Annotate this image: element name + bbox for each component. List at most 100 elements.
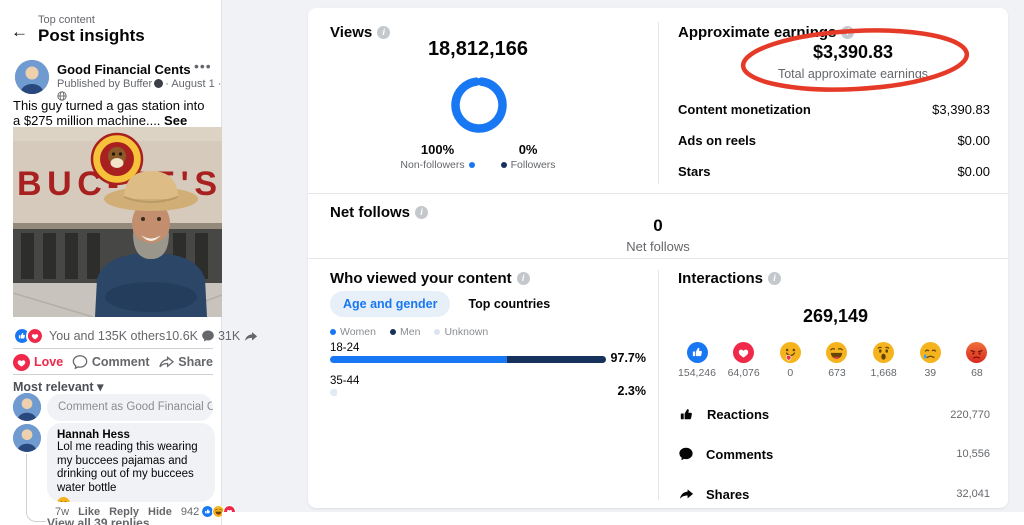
like-emoji-icon bbox=[687, 342, 708, 363]
tab-top-countries[interactable]: Top countries bbox=[468, 297, 550, 311]
care-emoji-icon bbox=[780, 342, 801, 363]
net-follows-label: Net follows bbox=[308, 239, 1008, 254]
share-icon bbox=[158, 354, 174, 370]
page-avatar bbox=[15, 60, 49, 94]
post-image: BUC-EE'S bbox=[13, 127, 222, 317]
comments-count[interactable]: 10.6K bbox=[165, 329, 198, 343]
info-icon[interactable]: i bbox=[768, 272, 781, 285]
earnings-row: Stars$0.00 bbox=[678, 164, 990, 179]
chevron-down-icon: ▾ bbox=[97, 380, 103, 394]
women-dot bbox=[330, 329, 336, 335]
earnings-section-title: Approximate earningsi bbox=[678, 24, 854, 41]
age-bar-label: 18-24 bbox=[330, 342, 359, 354]
reaction-care: 0 bbox=[769, 342, 811, 379]
reaction-wow: 1,668 bbox=[863, 342, 905, 379]
page-bottom-edge bbox=[222, 512, 1024, 525]
comment-text: Lol me reading this wearing my buccees p… bbox=[57, 441, 205, 495]
shares-count[interactable]: 31K bbox=[218, 329, 240, 343]
who-viewed-section-title: Who viewed your contenti bbox=[330, 270, 530, 287]
reaction-haha: 673 bbox=[816, 342, 858, 379]
net-follows-block: 0 Net follows bbox=[308, 216, 1008, 254]
comment-bubble-icon bbox=[678, 446, 694, 462]
divider bbox=[13, 374, 213, 375]
comment-button[interactable]: Comment bbox=[72, 354, 150, 370]
love-emoji-icon bbox=[733, 342, 754, 363]
eyebrow-label: Top content bbox=[38, 14, 95, 26]
gender-legend: Women Men Unknown bbox=[330, 326, 488, 338]
sort-selector[interactable]: Most relevant ▾ bbox=[13, 379, 103, 394]
earnings-total-block: $3,390.83 Total approximate earnings bbox=[703, 42, 1003, 81]
views-donut-chart bbox=[450, 76, 508, 134]
page-title: Post insights bbox=[38, 26, 145, 46]
smile-emoji-icon bbox=[57, 497, 70, 502]
men-dot bbox=[390, 329, 396, 335]
age-bar-18-24 bbox=[330, 356, 606, 363]
reaction-sad: 39 bbox=[909, 342, 951, 379]
insights-card: Viewsi 18,812,166 100% Non-followers 0% … bbox=[308, 8, 1008, 508]
engagement-summary: You and 135K others 10.6K 31K bbox=[13, 326, 213, 346]
comment-input[interactable]: Comment as Good Financial Cents bbox=[47, 394, 213, 421]
age-bar-label: 35-44 bbox=[330, 375, 359, 387]
interactions-section-title: Interactionsi bbox=[678, 270, 781, 287]
reactions-breakdown: 154,246 64,076 0 673 1,668 39 bbox=[676, 342, 998, 379]
haha-emoji-icon bbox=[826, 342, 847, 363]
comment-hide-link[interactable]: Hide bbox=[148, 506, 172, 518]
earnings-subtitle: Total approximate earnings bbox=[703, 67, 1003, 81]
view-replies-link[interactable]: View all 39 replies bbox=[47, 516, 150, 525]
share-count-icon bbox=[243, 329, 258, 344]
followers-pct: 0% bbox=[501, 142, 556, 157]
reaction-angry: 68 bbox=[956, 342, 998, 379]
comment-thread-line bbox=[26, 454, 46, 522]
unknown-segment bbox=[330, 389, 337, 396]
unknown-dot bbox=[434, 329, 440, 335]
post-preview-sidebar: Top content ← Post insights Good Financi… bbox=[0, 0, 222, 525]
love-icon bbox=[13, 354, 30, 371]
reactions-summary-row: Reactions 220,770 bbox=[678, 406, 990, 423]
earnings-row: Content monetization$3,390.83 bbox=[678, 102, 990, 117]
post-author[interactable]: Good Financial Cents bbox=[57, 62, 191, 77]
wow-emoji-icon bbox=[873, 342, 894, 363]
share-arrow-icon bbox=[678, 486, 694, 502]
more-options-button[interactable]: ••• bbox=[194, 58, 212, 74]
who-viewed-tabs: Age and gender Top countries bbox=[330, 291, 550, 317]
info-icon[interactable]: i bbox=[517, 272, 530, 285]
composer-avatar bbox=[13, 393, 41, 421]
post-meta: Published by Buffer· August 1 · bbox=[57, 78, 221, 90]
comment-bubble: Hannah Hess Lol me reading this wearing … bbox=[47, 423, 215, 502]
interactions-total: 269,149 bbox=[688, 306, 983, 327]
comment-count-icon bbox=[201, 329, 215, 343]
buffer-badge-icon bbox=[154, 79, 163, 88]
angry-emoji-icon bbox=[966, 342, 987, 363]
tab-age-and-gender[interactable]: Age and gender bbox=[330, 291, 450, 317]
age-bar-35-44 bbox=[330, 389, 606, 396]
divider bbox=[308, 193, 1008, 194]
thumb-icon bbox=[678, 406, 695, 423]
shares-summary-row: Shares 32,041 bbox=[678, 486, 990, 502]
reaction-love: 64,076 bbox=[723, 342, 765, 379]
net-follows-value: 0 bbox=[308, 216, 1008, 236]
followers-dot bbox=[501, 162, 507, 168]
back-button[interactable]: ← bbox=[11, 22, 28, 42]
likes-summary[interactable]: You and 135K others bbox=[49, 329, 165, 343]
earnings-total: $3,390.83 bbox=[703, 42, 1003, 63]
comment-icon bbox=[72, 354, 88, 370]
women-segment bbox=[330, 356, 507, 363]
divider bbox=[658, 22, 659, 184]
earnings-row: Ads on reels$0.00 bbox=[678, 133, 990, 148]
divider bbox=[658, 270, 659, 500]
reaction-like: 154,246 bbox=[676, 342, 718, 379]
commenter-name[interactable]: Hannah Hess bbox=[57, 429, 205, 441]
views-total: 18,812,166 bbox=[328, 38, 628, 61]
men-segment bbox=[507, 356, 606, 363]
divider bbox=[13, 348, 213, 349]
info-icon[interactable]: i bbox=[841, 26, 854, 39]
non-followers-dot bbox=[469, 162, 475, 168]
love-reaction-icon bbox=[26, 327, 44, 345]
sad-emoji-icon bbox=[920, 342, 941, 363]
love-button[interactable]: Love bbox=[13, 354, 63, 371]
non-followers-pct: 100% bbox=[400, 142, 474, 157]
share-button[interactable]: Share bbox=[158, 354, 213, 370]
age-bar-value: 97.7% bbox=[608, 351, 646, 365]
views-legend: 100% Non-followers 0% Followers bbox=[328, 142, 628, 171]
age-bar-value: 2.3% bbox=[608, 384, 646, 398]
